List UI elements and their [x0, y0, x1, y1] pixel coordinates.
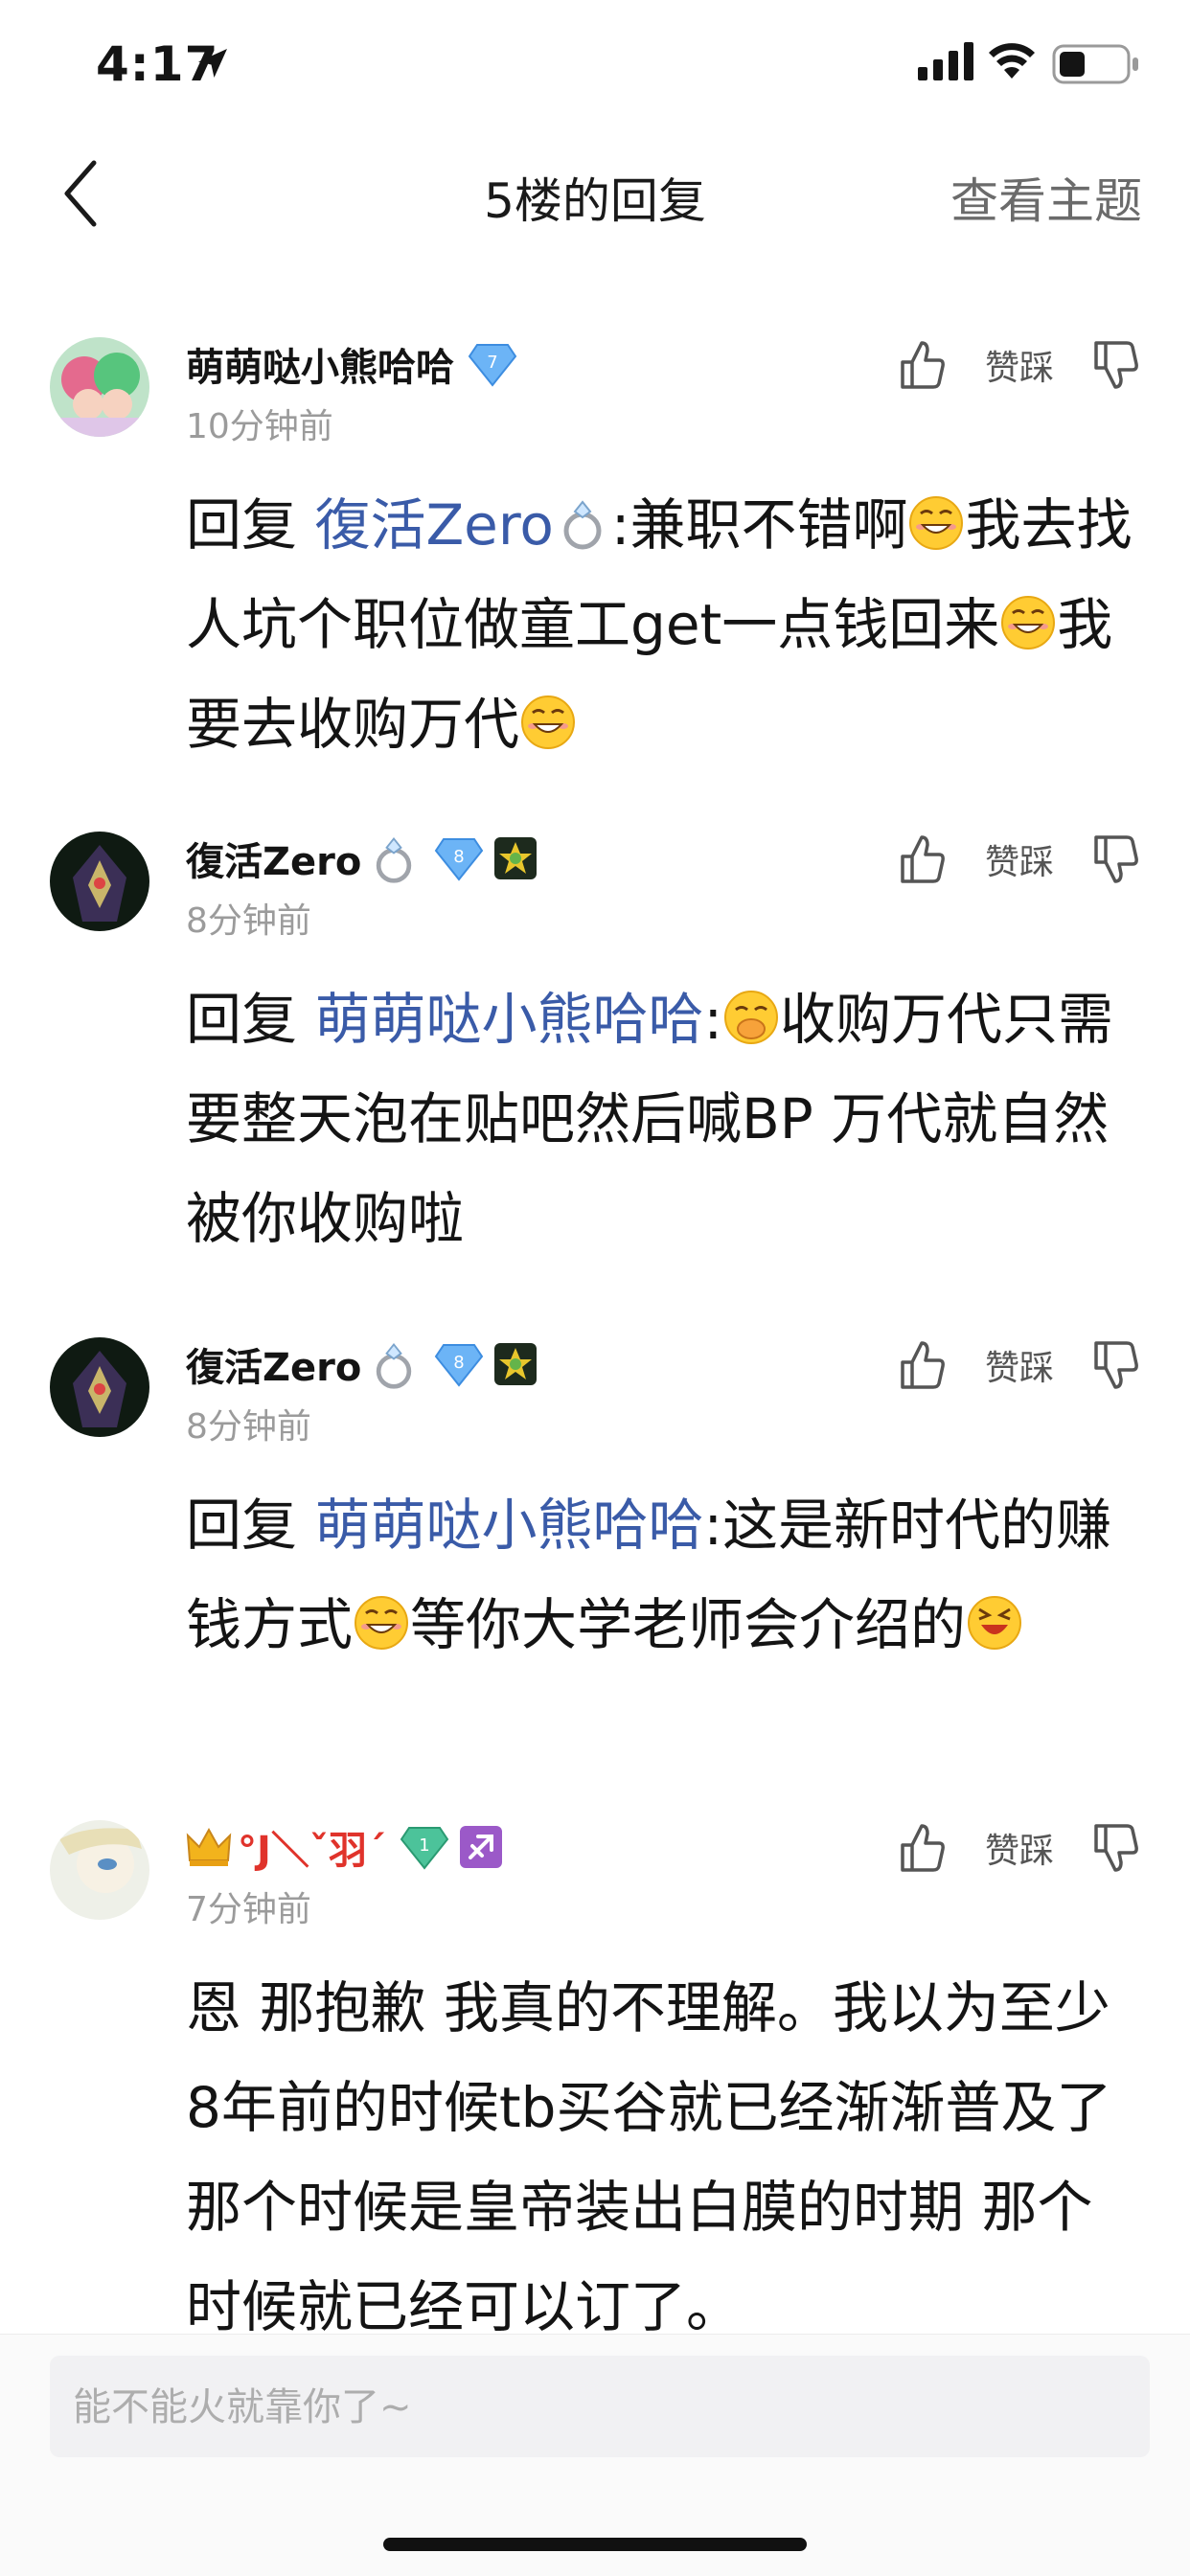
thumb-down-icon[interactable] [1092, 1822, 1140, 1874]
view-topic-button[interactable]: 查看主题 [950, 163, 1142, 232]
thumb-up-icon[interactable] [899, 1339, 947, 1391]
like-dislike-label: 赞踩 [984, 349, 1054, 388]
thumb-down-icon[interactable] [1092, 1339, 1140, 1391]
wifi-icon [989, 43, 1035, 79]
vote-actions: 赞踩 [899, 833, 1140, 885]
timestamp: 8分钟前 [186, 901, 311, 941]
comment-body: 回复 萌萌哒小熊哈哈: 收购万代只需要整天泡在贴吧然后喊BP 万代就自然被你收购啦 [186, 987, 1114, 1251]
ring-icon [554, 494, 611, 552]
level-badge-icon: 8 [434, 1341, 484, 1387]
star-badge-icon [493, 836, 538, 880]
cellular-signal-icon [918, 42, 973, 80]
vote-actions: 赞踩 [899, 339, 1140, 391]
avatar[interactable] [50, 1820, 149, 1920]
comment-body: 回复 萌萌哒小熊哈哈:这是新时代的赚钱方式 等你大学老师会介绍的 [186, 1493, 1111, 1657]
like-dislike-label: 赞踩 [984, 843, 1054, 882]
reply-input-box[interactable] [50, 2356, 1150, 2459]
home-indicator[interactable] [383, 2538, 807, 2551]
username[interactable]: 萌萌哒小熊哈哈 [186, 336, 454, 392]
cover-mouth-emoji-icon [722, 989, 780, 1046]
vote-actions: 赞踩 [899, 1339, 1140, 1391]
reply-input-bar [0, 2334, 1190, 2576]
level-badge-icon: 1 [400, 1827, 449, 1870]
username[interactable]: °J＼ˇ羽ˊ [238, 1819, 386, 1875]
thumb-down-icon[interactable] [1092, 339, 1140, 391]
grin-emoji-icon [907, 494, 965, 552]
like-dislike-label: 赞踩 [984, 1349, 1054, 1388]
laugh-emoji-icon [966, 1594, 1023, 1652]
reply-input[interactable] [71, 2356, 1129, 2459]
sagittarius-icon [459, 1826, 502, 1868]
comment-item: 萌萌哒小熊哈哈 7 10分钟前 赞踩 回复 復活Zero:兼职不错啊 我去找人坑个… [0, 335, 1190, 786]
grin-emoji-icon [353, 1594, 410, 1652]
grin-emoji-icon [999, 594, 1057, 651]
grin-emoji-icon [519, 694, 577, 751]
thumb-up-icon[interactable] [899, 833, 947, 885]
navigation-bar: 5楼的回复 查看主题 [0, 134, 1190, 249]
thumb-down-icon[interactable] [1092, 833, 1140, 885]
svg-text:8: 8 [454, 847, 465, 867]
svg-text:1: 1 [419, 1835, 429, 1856]
comment-item: 復活Zero 8 8分钟前 赞踩 回复 萌萌哒小熊哈哈: 收购万代只需要整天泡在贴… [0, 830, 1190, 1280]
avatar-image [50, 1820, 149, 1920]
crown-icon [186, 1827, 232, 1866]
like-dislike-label: 赞踩 [984, 1832, 1054, 1871]
mention-link[interactable]: 復活Zero [314, 492, 610, 558]
level-badge-icon: 7 [468, 341, 517, 387]
vote-actions: 赞踩 [899, 1822, 1140, 1874]
svg-text:7: 7 [487, 353, 497, 373]
timestamp: 8分钟前 [186, 1407, 311, 1447]
ring-icon [367, 832, 421, 885]
level-badge-icon: 8 [434, 835, 484, 881]
username[interactable]: 復活Zero [186, 831, 361, 886]
timestamp: 10分钟前 [186, 407, 333, 446]
avatar[interactable] [50, 1337, 149, 1437]
mention-link[interactable]: 萌萌哒小熊哈哈 [314, 987, 703, 1052]
mention-link[interactable]: 萌萌哒小熊哈哈 [314, 1493, 703, 1558]
thumb-up-icon[interactable] [899, 339, 947, 391]
ring-icon [367, 1337, 421, 1391]
comment-item: 復活Zero 8 8分钟前 赞踩 回复 萌萌哒小熊哈哈:这是新时代的赚钱方式 等你… [0, 1335, 1190, 1786]
avatar[interactable] [50, 832, 149, 931]
battery-icon [1052, 44, 1138, 84]
timestamp: 7分钟前 [186, 1890, 311, 1929]
comment-item: °J＼ˇ羽ˊ 1 7分钟前 赞踩 恩 那抱歉 我真的不理解。我以为至少8年前的时… [0, 1818, 1190, 2339]
status-bar: 4:17 [0, 0, 1190, 134]
comment-body: 恩 那抱歉 我真的不理解。我以为至少8年前的时候tb买谷就已经渐渐普及了 那个时… [186, 1975, 1112, 2339]
svg-text:8: 8 [454, 1353, 465, 1373]
location-arrow-icon [198, 49, 227, 78]
thumb-up-icon[interactable] [899, 1822, 947, 1874]
star-badge-icon [493, 1342, 538, 1386]
avatar[interactable] [50, 337, 149, 437]
avatar-image [50, 337, 149, 437]
avatar-image [50, 1337, 149, 1437]
comment-body: 回复 復活Zero:兼职不错啊 我去找人坑个职位做童工get一点钱回来 我要去收购万… [186, 492, 1133, 757]
avatar-image [50, 832, 149, 931]
username[interactable]: 復活Zero [186, 1336, 361, 1392]
